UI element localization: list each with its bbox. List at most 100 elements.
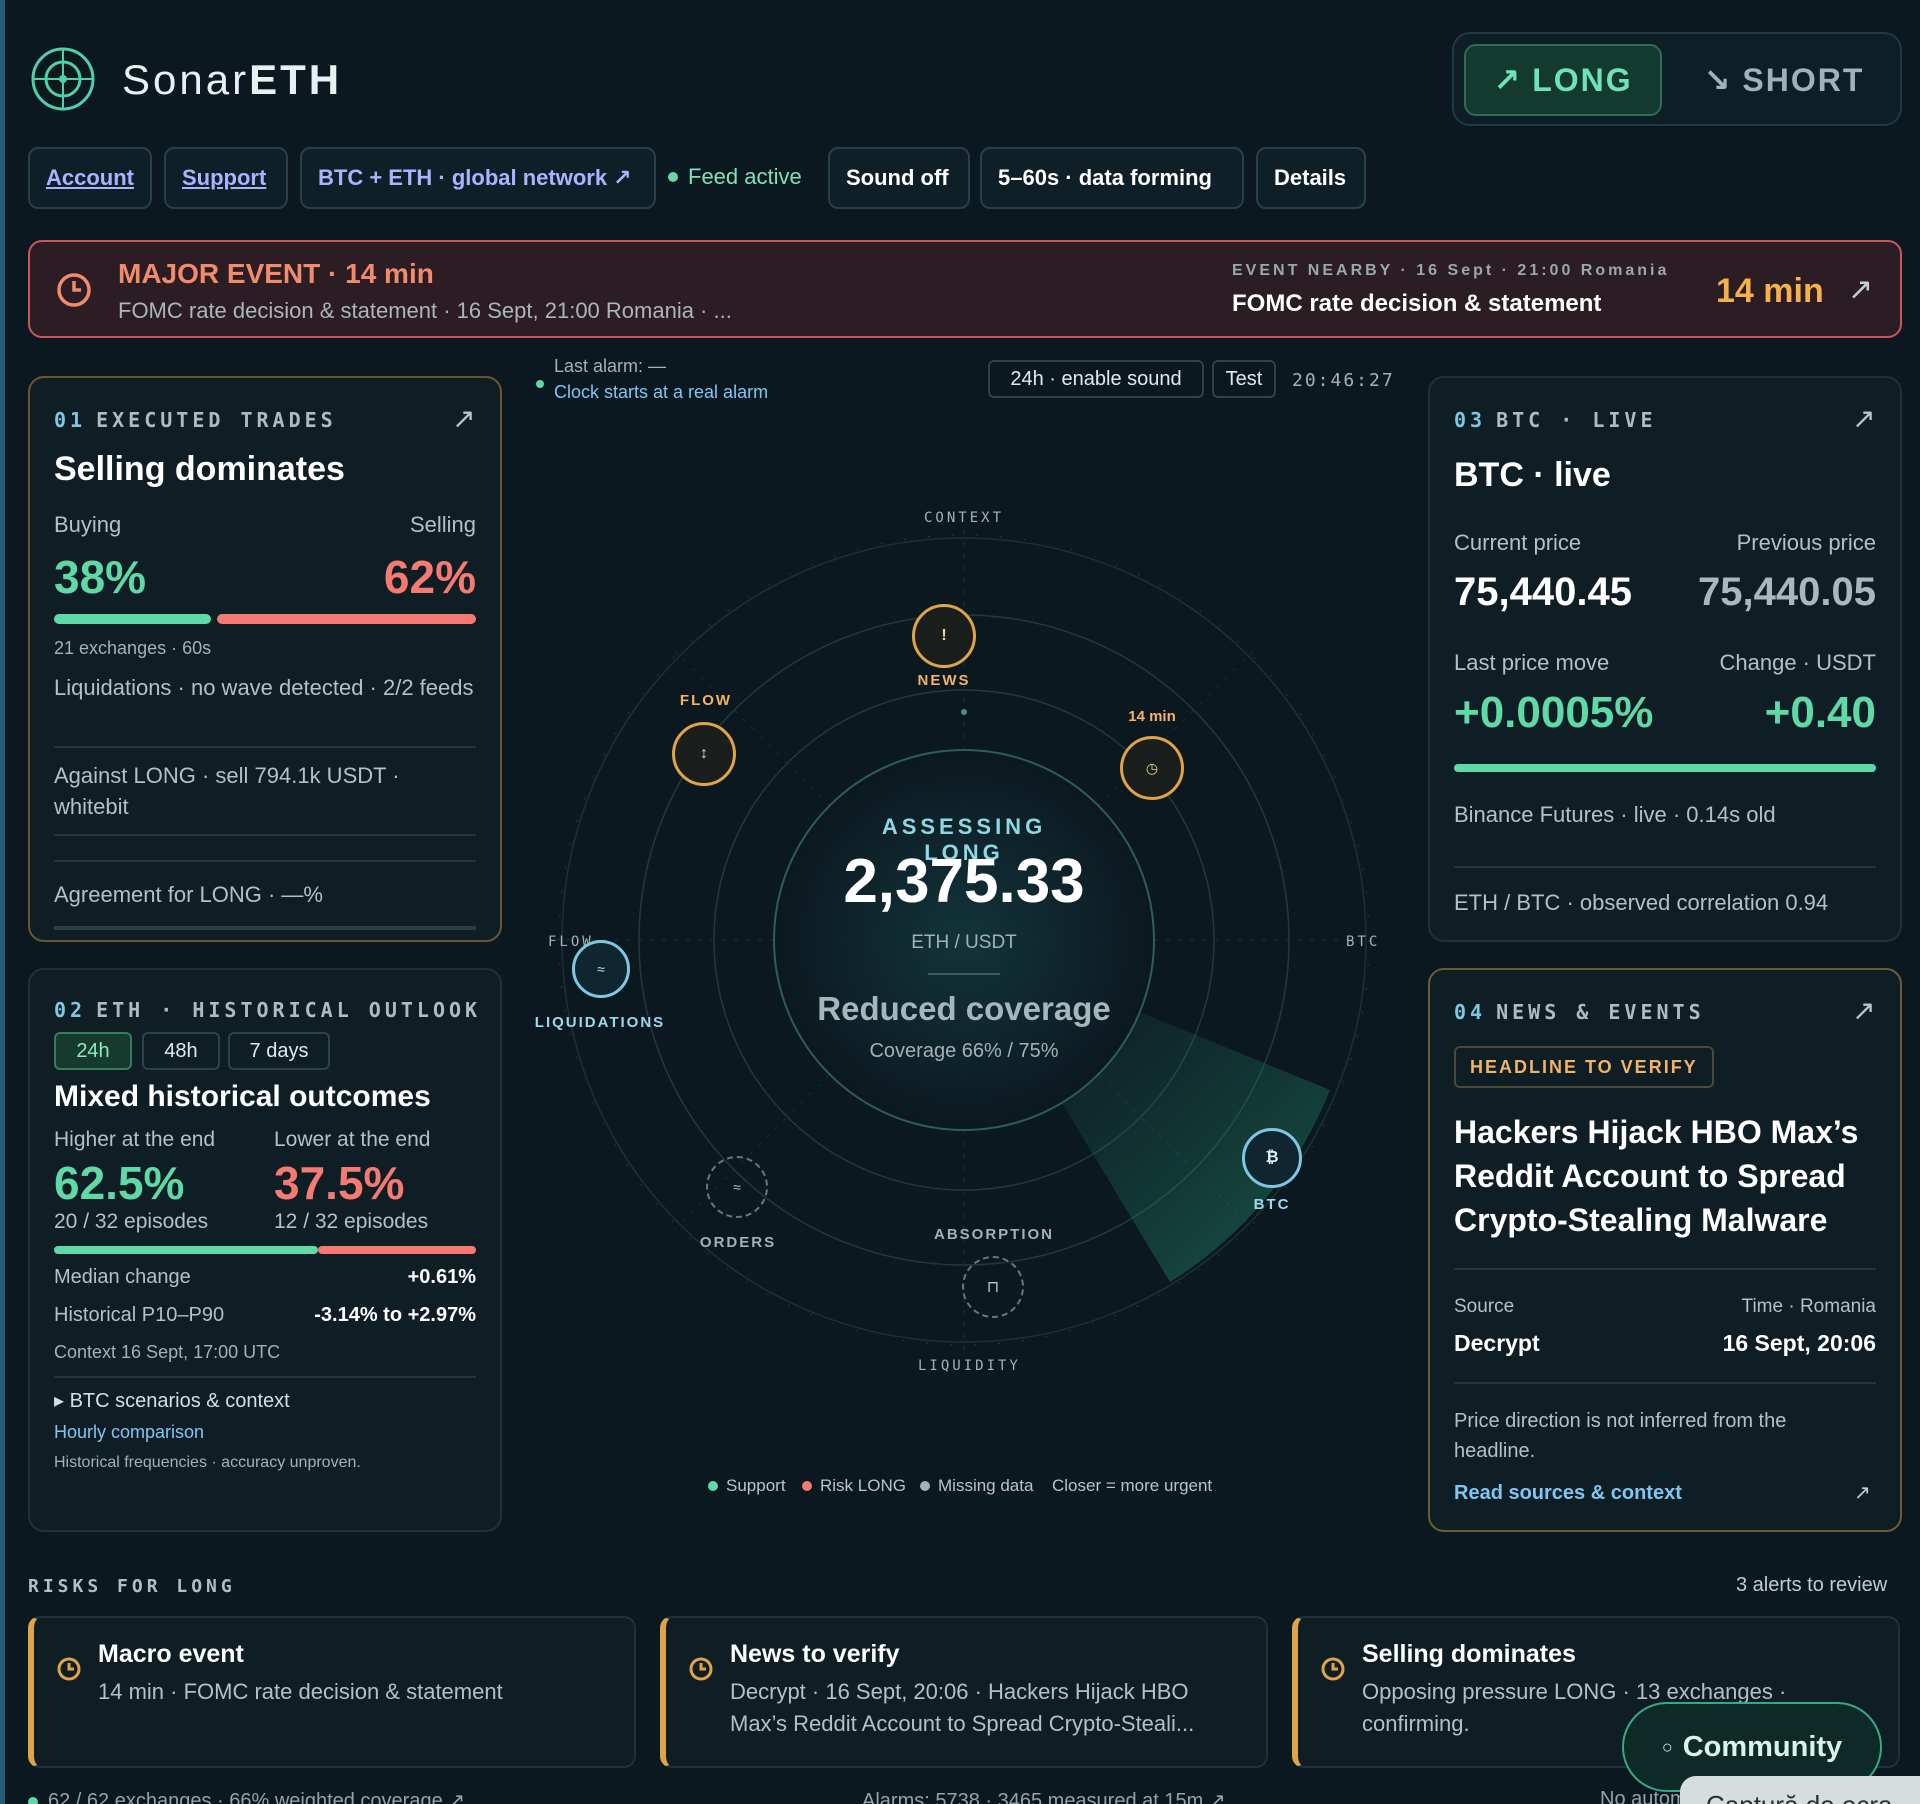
percentile-label: Historical P10–P90 — [54, 1304, 225, 1326]
open-arrow-icon[interactable]: ↗ — [1848, 272, 1873, 307]
buying-label: Buying — [54, 512, 122, 537]
change-label: Change · USDT — [1719, 650, 1876, 675]
direction-toggle: ↗ LONG ↘ SHORT — [1452, 32, 1902, 126]
coverage-title: Reduced coverage — [817, 990, 1111, 1027]
alert-icon: ! — [941, 627, 947, 644]
price-source: Binance Futures · live · 0.14s old — [1454, 802, 1776, 827]
network-link[interactable]: BTC + ETH · global network ↗ — [300, 147, 656, 209]
ring-label-btc: BTC — [1346, 934, 1381, 950]
risk-card[interactable]: Macro event 14 min · FOMC rate decision … — [28, 1616, 636, 1768]
footer-alarms[interactable]: Alarms: 5738 · 3465 measured at 15m ↗ — [862, 1788, 1226, 1804]
clock-note: Clock starts at a real alarm — [554, 382, 769, 402]
percentile-value: -3.14% to +2.97% — [314, 1304, 476, 1326]
tab-48h[interactable]: 48h — [142, 1032, 220, 1070]
countdown-node[interactable]: ◷ — [1120, 736, 1184, 800]
enable-sound-button[interactable]: 24h · enable sound — [988, 360, 1204, 398]
risk-desc: Decrypt · 16 Sept, 20:06 · Hackers Hijac… — [730, 1679, 1195, 1736]
clock-icon — [57, 273, 91, 307]
legend-support: Support — [708, 1476, 786, 1496]
expand-arrow-icon[interactable]: ↗ — [1852, 994, 1875, 1027]
lower-percent: 37.5% — [274, 1157, 405, 1209]
long-button[interactable]: ↗ LONG — [1464, 44, 1662, 116]
current-price: 75,440.45 — [1454, 570, 1632, 614]
sound-button[interactable]: Sound off — [828, 147, 970, 209]
data-forming-button[interactable]: 5–60s · data forming — [980, 147, 1244, 209]
card-number: 02 ETH · HISTORICAL OUTLOOK — [54, 998, 482, 1022]
read-sources-link[interactable]: Read sources & context — [1454, 1482, 1682, 1505]
expand-arrow-icon[interactable]: ↗ — [452, 402, 475, 435]
liquidations-node[interactable]: ≈ — [572, 940, 630, 998]
circle-icon: ○ — [1661, 1736, 1673, 1757]
selling-label: Selling — [409, 512, 476, 537]
details-button[interactable]: Details — [1256, 147, 1366, 209]
risk-title: Selling dominates — [1362, 1640, 1576, 1668]
tab-24h[interactable]: 24h — [54, 1032, 132, 1070]
short-button[interactable]: ↘ SHORT — [1674, 44, 1894, 116]
orders-node[interactable]: ≈ — [706, 1156, 768, 1218]
median-label: Median change — [54, 1266, 191, 1288]
historical-outlook-card: 02 ETH · HISTORICAL OUTLOOK 24h 48h 7 day… — [28, 968, 502, 1532]
footer-exchanges[interactable]: 62 / 62 exchanges · 66% weighted coverag… — [28, 1788, 465, 1804]
btc-live-card: 03 BTC · LIVE ↗ BTC · live Current price … — [1428, 376, 1902, 942]
wave-icon: ≈ — [733, 1179, 741, 1195]
flow-node[interactable]: ↕ — [672, 722, 736, 786]
timer-icon: ◷ — [1145, 759, 1159, 776]
price-move-label: Last price move — [1454, 650, 1610, 675]
hourly-comparison-link[interactable]: Hourly comparison — [54, 1422, 204, 1443]
exchanges-info: 21 exchanges · 60s — [54, 638, 212, 658]
agreement-info: Agreement for LONG · —% — [54, 882, 323, 907]
brand-name: SonarETH — [122, 56, 343, 103]
wave-icon: ≈ — [597, 961, 605, 977]
window-edge — [0, 0, 5, 1804]
up-down-icon: ↕ — [700, 745, 708, 762]
news-time: 16 Sept, 20:06 — [1722, 1330, 1876, 1356]
source-label: Source — [1454, 1296, 1515, 1317]
outcome-bar — [54, 1246, 476, 1254]
support-link[interactable]: Support — [164, 147, 288, 209]
expand-arrow-icon[interactable]: ↗ — [1852, 402, 1875, 435]
news-source: Decrypt — [1454, 1330, 1540, 1356]
move-bar — [1454, 764, 1876, 772]
open-arrow-icon[interactable]: ↗ — [1854, 1480, 1871, 1505]
ring-label-liquidity: LIQUIDITY — [918, 1358, 1021, 1374]
higher-bar-fill — [54, 1246, 318, 1254]
news-node[interactable]: ! — [912, 604, 976, 668]
news-headline[interactable]: Hackers Hijack HBO Max’s Reddit Account … — [1454, 1110, 1884, 1242]
previous-price-label: Previous price — [1736, 530, 1876, 555]
risks-title: RISKS FOR LONG — [28, 1576, 236, 1597]
clock-icon — [57, 1657, 81, 1681]
tab-7days[interactable]: 7 days — [228, 1032, 330, 1070]
absorption-node[interactable]: ⊓ — [962, 1256, 1024, 1318]
flow-node-label: FLOW — [679, 692, 733, 709]
btc-node[interactable]: ₿ — [1242, 1128, 1302, 1188]
radar-panel: CONTEXT FLOW BTC LIQUIDITY ASSESSING LON… — [520, 440, 1408, 1440]
major-event-banner[interactable]: MAJOR EVENT · 14 min FOMC rate decision … — [28, 240, 1902, 338]
news-events-card: 04 NEWS & EVENTS ↗ HEADLINE TO VERIFY Hac… — [1428, 968, 1902, 1532]
pair-label: ETH / USDT — [911, 932, 1017, 953]
liquidations-node-label: LIQUIDATIONS — [534, 1014, 666, 1031]
test-button[interactable]: Test — [1212, 360, 1276, 398]
legend-risk: Risk LONG — [802, 1476, 906, 1496]
sell-bar-fill — [217, 614, 476, 624]
account-link[interactable]: Account — [28, 147, 152, 209]
status-dot-icon — [668, 172, 678, 182]
correlation-info: ETH / BTC · observed correlation 0.94 — [1454, 890, 1829, 915]
ring-label-context: CONTEXT — [924, 510, 1005, 526]
liquidations-info: Liquidations · no wave detected · 2/2 fe… — [54, 675, 474, 700]
btc-scenarios-toggle[interactable]: ▸ BTC scenarios & context — [54, 1388, 290, 1413]
buy-bar-fill — [54, 614, 212, 624]
previous-price: 75,440.05 — [1698, 570, 1876, 614]
lower-label: Lower at the end — [274, 1128, 431, 1151]
higher-percent: 62.5% — [54, 1157, 185, 1209]
arrow-down-right-icon: ↘ — [1703, 62, 1733, 98]
clock-icon — [689, 1657, 713, 1681]
direction-note: Price direction is not inferred from the… — [1454, 1410, 1787, 1462]
news-node-label: NEWS — [917, 672, 971, 689]
against-long-info: Against LONG · sell 794.1k USDT · whiteb… — [54, 763, 400, 819]
screenshot-toast[interactable]: Captură de ecra — [1680, 1776, 1920, 1804]
lower-episodes: 12 / 32 episodes — [274, 1210, 429, 1233]
card-title: Mixed historical outcomes — [54, 1080, 431, 1113]
card-number: 04 NEWS & EVENTS — [1454, 1000, 1705, 1024]
selling-percent: 62% — [383, 551, 476, 603]
risk-card[interactable]: News to verify Decrypt · 16 Sept, 20:06 … — [660, 1616, 1268, 1768]
